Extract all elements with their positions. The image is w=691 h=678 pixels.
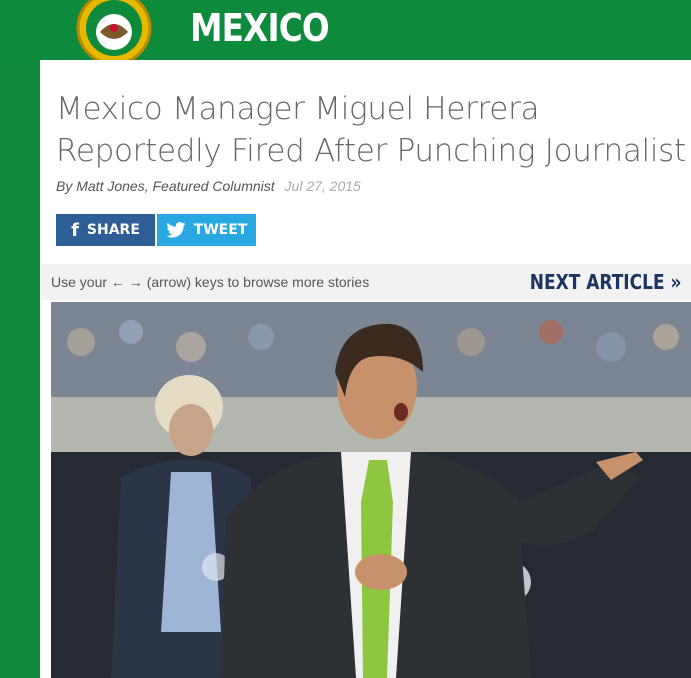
article-title: Mexico Manager Miguel Herrera Reportedly…: [56, 91, 686, 169]
team-name[interactable]: MEXICO: [190, 6, 330, 50]
next-article-link[interactable]: NEXT ARTICLE »: [529, 270, 681, 294]
manager-photo: [51, 302, 691, 678]
twitter-icon: [166, 222, 186, 238]
browse-bar: Use your ← → (arrow) keys to browse more…: [40, 264, 691, 300]
twitter-tweet-button[interactable]: TWEET: [157, 214, 256, 246]
article-hero-photo: [51, 302, 691, 678]
facebook-share-label: SHARE: [86, 222, 140, 238]
facebook-share-button[interactable]: f SHARE: [56, 214, 155, 246]
facebook-icon: f: [71, 219, 79, 241]
twitter-tweet-label: TWEET: [193, 222, 248, 238]
article-panel: Mexico Manager Miguel Herrera Reportedly…: [40, 60, 691, 678]
author-name[interactable]: By Matt Jones, Featured Columnist: [56, 178, 275, 194]
publish-date: Jul 27, 2015: [284, 178, 361, 194]
byline: By Matt Jones, Featured Columnist Jul 27…: [56, 178, 361, 194]
browse-hint: Use your ← → (arrow) keys to browse more…: [51, 274, 370, 290]
site-header: MEXICO: [0, 0, 691, 60]
mexico-crest-icon[interactable]: [70, 0, 158, 60]
